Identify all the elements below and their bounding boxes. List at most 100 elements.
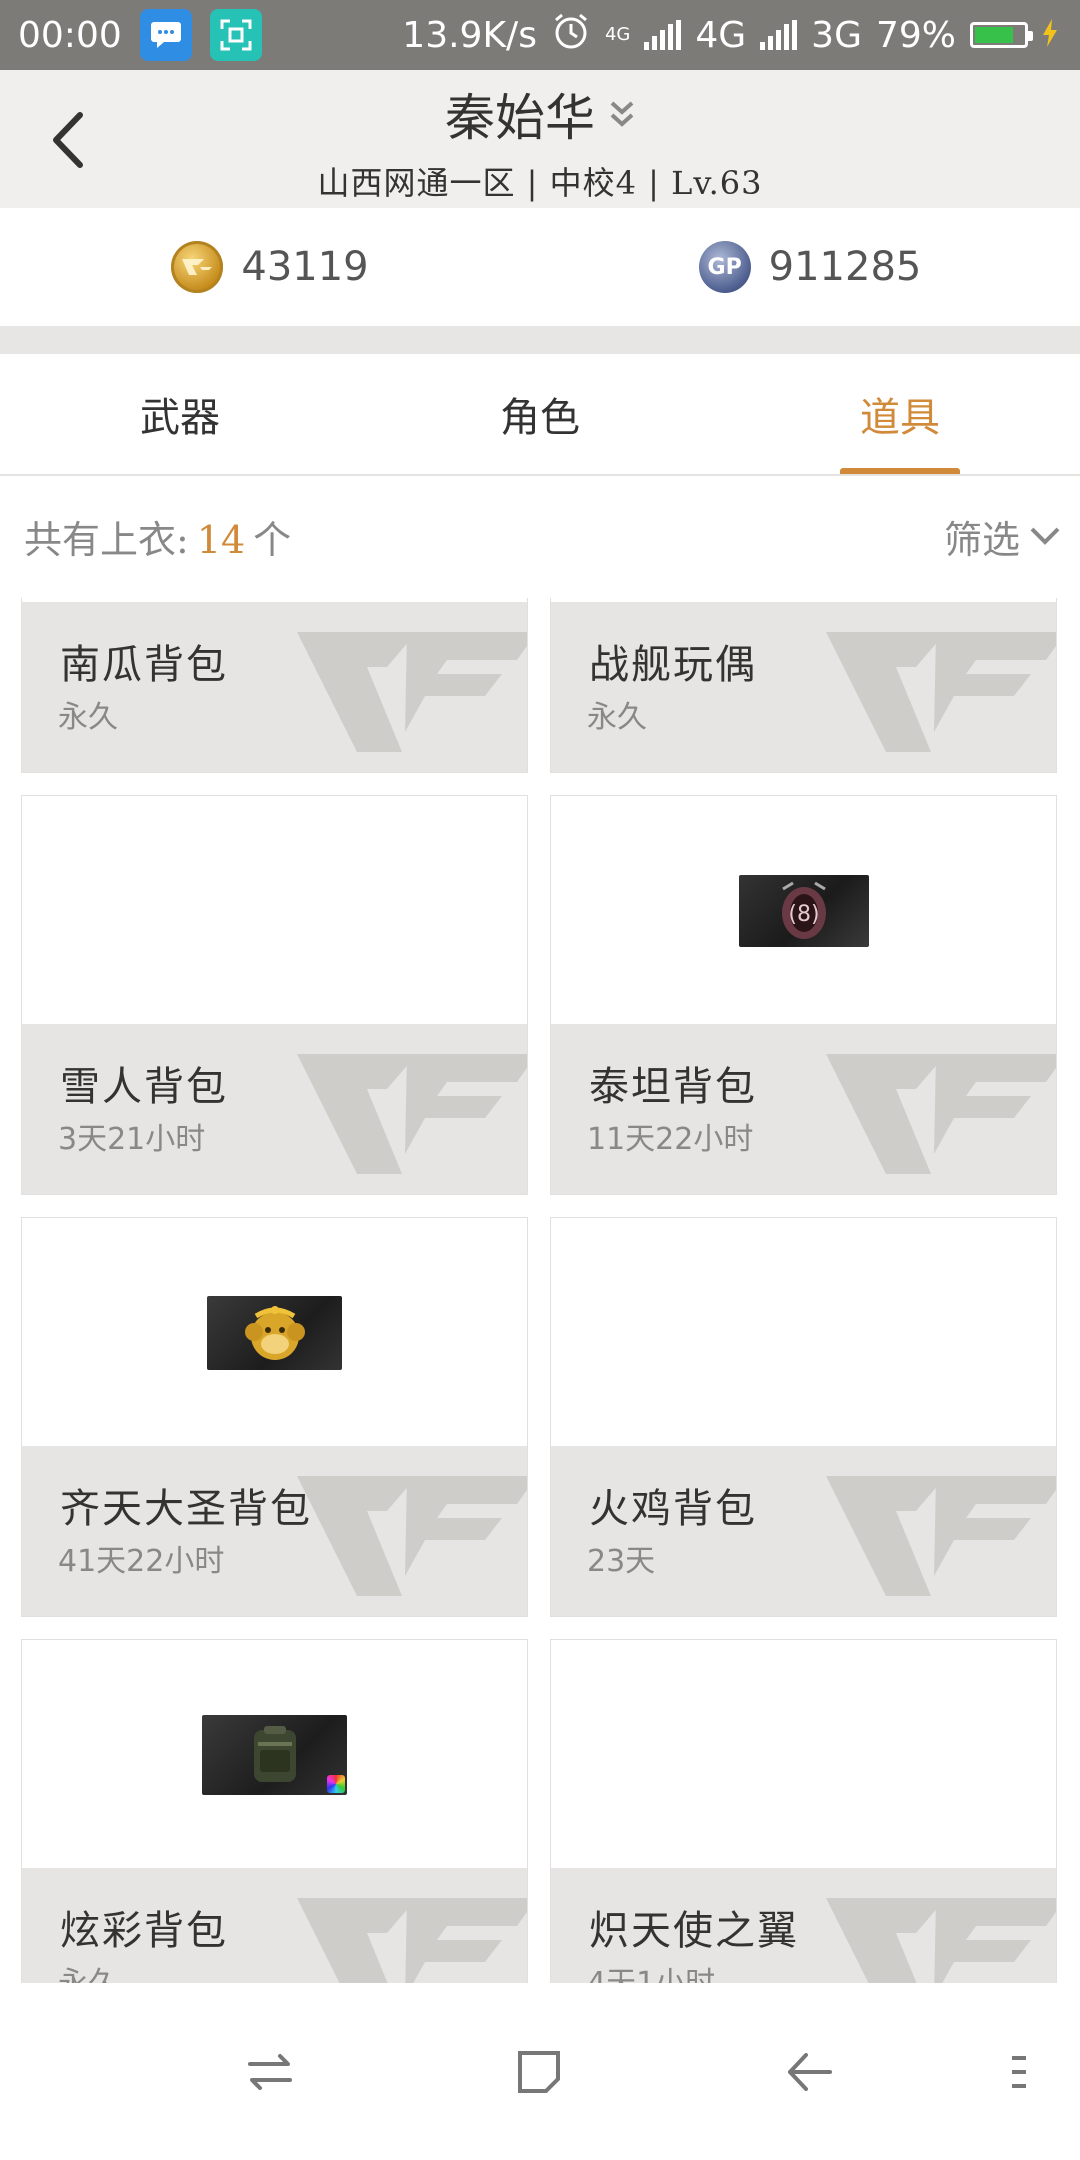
item-card[interactable]: 南瓜背包 永久 <box>21 598 528 773</box>
gp-coin-icon: GP <box>698 241 751 293</box>
item-info: 泰坦背包 11天22小时 <box>551 1024 1056 1194</box>
item-name: 火鸡背包 <box>589 1486 757 1532</box>
cf-points: 43119 <box>0 208 540 326</box>
item-info: 战舰玩偶 永久 <box>551 602 1056 772</box>
item-card[interactable]: 炫彩背包永久 <box>21 1639 528 1983</box>
svg-text:(8): (8) <box>788 902 819 927</box>
message-notification-icon <box>139 9 192 61</box>
item-count-prefix: 共有上衣: <box>24 517 189 562</box>
item-card[interactable]: 战舰玩偶 永久 <box>550 598 1057 773</box>
profile-header: 秦始华 山西网通一区 | 中校4 | Lv.63 <box>0 70 1080 208</box>
gp-points-value: 911285 <box>768 244 922 290</box>
home-button[interactable] <box>516 2049 562 2095</box>
item-name: 雪人背包 <box>60 1064 228 1110</box>
alarm-icon <box>551 11 591 60</box>
recent-apps-button[interactable] <box>246 2052 294 2092</box>
tab-items[interactable]: 道具 <box>720 354 1080 474</box>
item-info: 齐天大圣背包 41天22小时 <box>22 1446 527 1616</box>
menu-dots-icon <box>1012 2055 1026 2088</box>
item-info: 炽天使之翼 4天1小时 <box>551 1868 1056 1983</box>
item-image-area <box>551 1218 1056 1448</box>
cf-watermark-logo <box>297 1898 527 1983</box>
cf-watermark-logo <box>826 632 1056 752</box>
item-duration: 永久 <box>587 700 647 735</box>
back-nav-button[interactable] <box>786 2051 834 2093</box>
item-duration: 永久 <box>58 700 118 735</box>
tab-characters[interactable]: 角色 <box>360 354 720 474</box>
section-divider <box>0 326 1080 354</box>
item-count-number: 14 <box>196 517 246 562</box>
cf-coin-icon <box>171 241 224 293</box>
player-server-rank: 山西网通一区 | 中校4 | Lv.63 <box>317 164 763 202</box>
battery-percent: 79% <box>875 14 956 56</box>
colorful-badge-icon <box>327 1775 345 1793</box>
item-image-area <box>22 796 527 1026</box>
chevron-down-icon <box>1030 527 1060 545</box>
item-card[interactable]: 齐天大圣背包 41天22小时 <box>21 1217 528 1617</box>
item-image-area <box>22 1640 527 1870</box>
player-switch-dropdown[interactable]: 秦始华 <box>445 78 635 150</box>
item-count: 共有上衣: 14 个 <box>0 509 291 564</box>
charging-icon <box>1042 15 1058 56</box>
item-grid: 南瓜背包 永久 战舰玩偶 永久 雪人背包 3天21小时 (8) 泰坦背包 11天22小时 齐天大圣… <box>0 598 1080 1983</box>
item-duration: 11天22小时 <box>587 1122 754 1157</box>
item-count-row: 共有上衣: 14 个 筛选 <box>0 476 1080 596</box>
item-name: 齐天大圣背包 <box>60 1486 312 1532</box>
signal-strength-icon-1 <box>644 20 682 50</box>
item-info: 雪人背包 3天21小时 <box>22 1024 527 1194</box>
item-name: 泰坦背包 <box>589 1064 757 1110</box>
active-tab-indicator <box>840 468 960 474</box>
item-image-area: (8) <box>551 796 1056 1026</box>
battery-icon <box>970 22 1033 48</box>
tab-label: 武器 <box>140 395 220 441</box>
item-card[interactable]: (8) 泰坦背包 11天22小时 <box>550 795 1057 1195</box>
network-speed: 13.9K/s <box>402 14 537 56</box>
item-card[interactable]: 炽天使之翼 4天1小时 <box>550 1639 1057 1983</box>
square-home-icon <box>518 2050 560 2093</box>
status-time: 00:00 <box>18 14 122 56</box>
cf-watermark-logo <box>297 632 527 752</box>
filter-button[interactable]: 筛选 <box>944 509 1080 564</box>
network-type-2: 3G <box>811 14 862 56</box>
item-duration: 4天1小时 <box>587 1958 715 1983</box>
cf-watermark-logo <box>826 1054 1056 1174</box>
back-arrow-nav-icon <box>788 2052 832 2091</box>
item-name: 炫彩背包 <box>60 1908 228 1954</box>
item-thumbnail <box>207 1296 342 1370</box>
switch-arrows-icon <box>248 2053 292 2090</box>
filter-label: 筛选 <box>943 517 1020 562</box>
menu-button[interactable] <box>1010 2052 1028 2092</box>
item-count-suffix: 个 <box>253 517 292 562</box>
item-duration: 3天21小时 <box>58 1122 206 1157</box>
cf-watermark-logo <box>297 1476 527 1596</box>
tab-label: 角色 <box>500 395 580 441</box>
item-duration: 永久 <box>58 1958 118 1983</box>
item-image-area <box>22 1218 527 1448</box>
item-thumbnail <box>202 1715 347 1795</box>
cf-points-value: 43119 <box>241 244 369 290</box>
status-bar: 00:00 13.9K/s 4G 4G 3G 79% <box>0 0 1080 70</box>
item-card[interactable]: 雪人背包 3天21小时 <box>21 795 528 1195</box>
cf-watermark-logo <box>826 1898 1056 1983</box>
item-name: 战舰玩偶 <box>589 642 757 688</box>
screenshot-notification-icon <box>209 9 262 61</box>
item-info: 火鸡背包 23天 <box>551 1446 1056 1616</box>
network-type-1: 4G <box>695 14 747 56</box>
item-name: 南瓜背包 <box>60 642 228 688</box>
signal-strength-icon-2 <box>760 20 798 50</box>
item-name: 炽天使之翼 <box>589 1908 799 1954</box>
item-info: 南瓜背包 永久 <box>22 602 527 772</box>
item-info: 炫彩背包永久 <box>22 1868 527 1983</box>
currency-row: 43119 GP 911285 <box>0 208 1080 326</box>
item-thumbnail: (8) <box>738 875 869 947</box>
player-name: 秦始华 <box>445 89 595 147</box>
item-card[interactable]: 火鸡背包 23天 <box>550 1217 1057 1617</box>
tab-weapons[interactable]: 武器 <box>0 354 360 474</box>
item-image-area <box>551 1640 1056 1870</box>
category-tabs: 武器 角色 道具 <box>0 354 1080 476</box>
item-duration: 23天 <box>587 1544 656 1579</box>
double-chevron-down-icon <box>610 101 634 127</box>
item-duration: 41天22小时 <box>58 1544 225 1579</box>
cf-watermark-logo <box>297 1054 527 1174</box>
cf-watermark-logo <box>826 1476 1056 1596</box>
